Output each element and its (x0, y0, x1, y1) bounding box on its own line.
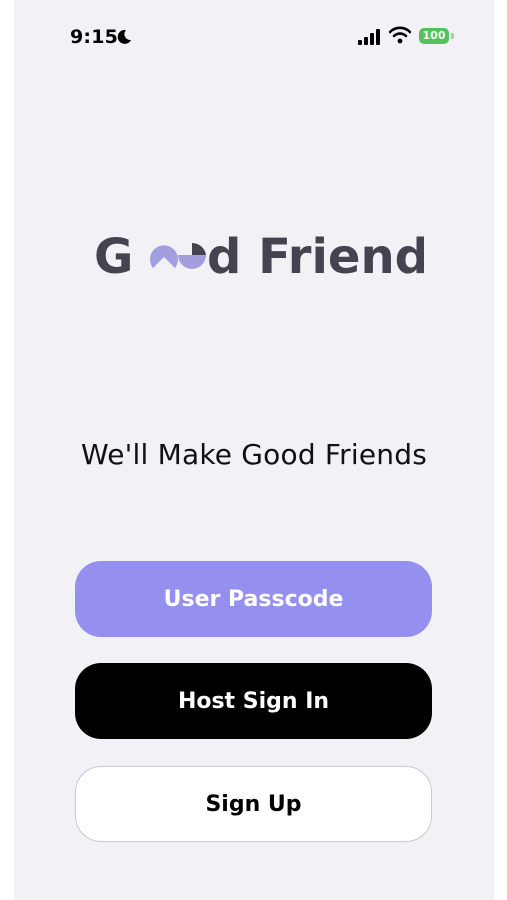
logo-suffix: d Friend (207, 229, 424, 285)
wifi-icon (389, 26, 411, 44)
tagline: We'll Make Good Friends (80, 438, 427, 471)
sign-up-button[interactable]: Sign Up (75, 766, 432, 842)
logo-prefix: G (94, 229, 133, 285)
user-passcode-button[interactable]: User Passcode (75, 561, 432, 637)
battery-cap (451, 33, 454, 39)
user-passcode-label: User Passcode (163, 586, 344, 612)
status-bar: 9:15 100 (14, 0, 494, 70)
signal-icon (358, 29, 380, 45)
sign-up-label: Sign Up (205, 791, 302, 817)
logo-mark-icon (150, 242, 206, 269)
status-time: 9:15 (70, 26, 119, 48)
host-sign-in-label: Host Sign In (177, 688, 330, 714)
app-screen: 9:15 100 G d Friend We'll Make Good Frie… (14, 0, 494, 900)
app-logo: G d Friend (94, 229, 424, 285)
moon-icon (117, 29, 131, 44)
host-sign-in-button[interactable]: Host Sign In (75, 663, 432, 739)
battery-level: 100 (422, 29, 446, 42)
battery-icon: 100 (419, 28, 449, 44)
